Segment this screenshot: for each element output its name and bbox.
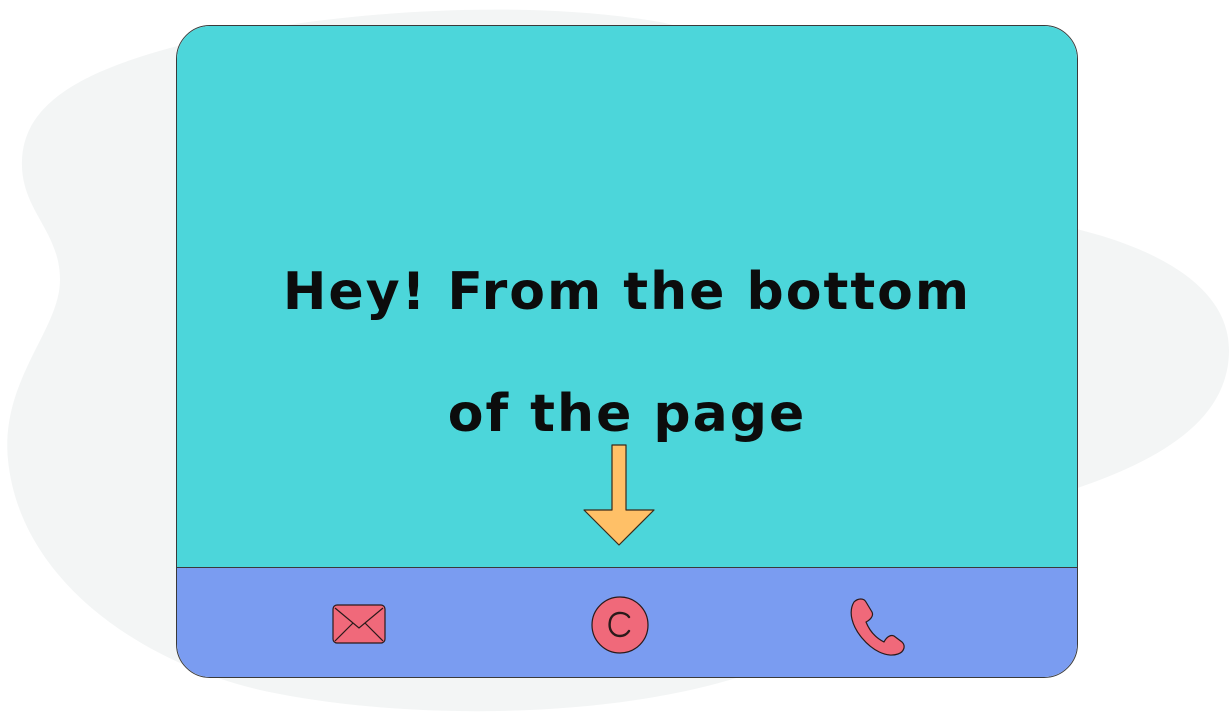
mail-icon[interactable] bbox=[332, 604, 386, 646]
page-stage: Hey! From the bottom of the page bbox=[0, 0, 1229, 721]
app-window: Hey! From the bottom of the page bbox=[176, 25, 1078, 678]
headline: Hey! From the bottom of the page bbox=[177, 231, 1077, 475]
arrow-down-icon bbox=[583, 444, 655, 546]
hero-section: Hey! From the bottom of the page bbox=[177, 26, 1077, 567]
headline-line-1: Hey! From the bottom bbox=[282, 262, 972, 322]
footer-bar bbox=[177, 567, 1077, 677]
copyright-icon[interactable] bbox=[590, 596, 650, 656]
phone-icon[interactable] bbox=[846, 596, 906, 656]
